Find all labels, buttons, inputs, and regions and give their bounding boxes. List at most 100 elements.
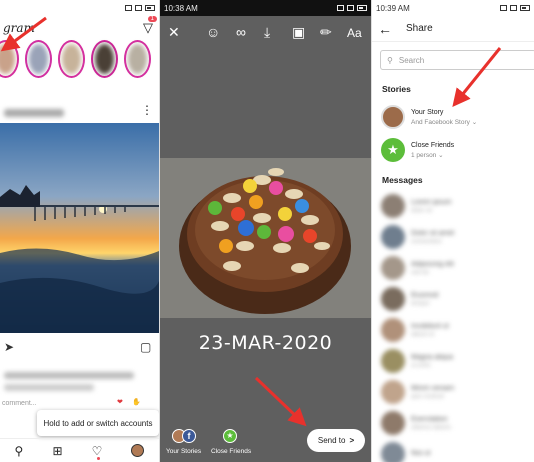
activity-dot — [96, 456, 100, 460]
contact-name: Dolor sit amet — [411, 229, 455, 237]
close-friends-row[interactable]: ★ Close Friends 1 person ⌄ — [381, 136, 531, 164]
activity-tab-icon[interactable]: ♡ — [92, 444, 102, 460]
your-story-row[interactable]: Your Story And Facebook Story ⌄ — [381, 103, 531, 131]
messages-header: Messages — [382, 175, 423, 185]
date-text-overlay[interactable]: 23-MAR-2020 — [160, 332, 371, 354]
message-contact-row[interactable]: Adipiscing elit sed do — [381, 256, 531, 280]
status-time: 10:38 AM — [164, 3, 198, 13]
close-friends-star-icon[interactable]: ★ — [223, 429, 237, 443]
status-bar — [0, 0, 159, 16]
close-friends-label[interactable]: Close Friends — [211, 448, 251, 455]
status-bar: 10:39 AM — [372, 0, 534, 16]
close-icon[interactable]: ✕ — [168, 24, 180, 41]
heart-emoji-icon[interactable]: ❤ — [117, 398, 123, 406]
feed-screen: gram ▽ 1 ⋮ ➤ ▢ comment... ❤ ✋ Hold to ad… — [0, 0, 159, 462]
contact-subtitle: tempor — [411, 300, 430, 307]
avatar — [381, 194, 405, 218]
post-image[interactable] — [0, 123, 159, 333]
clap-emoji-icon[interactable]: ✋ — [132, 398, 141, 406]
contact-subtitle: ut enim — [411, 362, 431, 369]
contact-subtitle: quis nostrud — [411, 393, 444, 400]
message-contact-row[interactable]: Dolor sit amet consectetur — [381, 225, 531, 249]
status-bar: 10:38 AM — [160, 0, 371, 16]
draw-icon[interactable]: ✏ — [320, 24, 332, 41]
wifi-icon — [135, 5, 142, 11]
contact-name: Magna aliqua — [411, 353, 454, 361]
story-avatar[interactable] — [91, 40, 118, 78]
signal-icon — [500, 5, 507, 11]
post-username[interactable] — [4, 109, 64, 117]
send-to-button[interactable]: Send to > — [307, 429, 365, 452]
your-stories-label[interactable]: Your Stories — [166, 448, 201, 455]
contact-subtitle: labore et — [411, 331, 435, 338]
avatar — [381, 287, 405, 311]
account-switch-tooltip: Hold to add or switch accounts — [37, 410, 159, 436]
signal-icon — [125, 5, 132, 11]
contact-subtitle: sed do — [411, 269, 430, 276]
back-arrow-icon[interactable]: ← — [378, 21, 392, 37]
story-editor-screen: 10:38 AM ✕ ☺ ∞ ⤓ ▣ ✏ Aa 23-MAR-2020 f Yo… — [160, 0, 371, 462]
avatar — [381, 380, 405, 404]
comment-input[interactable]: comment... — [2, 400, 37, 407]
search-input[interactable]: ⚲ Search — [380, 50, 534, 70]
story-avatar[interactable] — [58, 40, 85, 78]
bottom-tab-bar: ⚲ ⊞ ♡ — [0, 438, 159, 462]
your-story-label: Your Story — [411, 108, 444, 116]
wifi-icon — [510, 5, 517, 11]
close-friends-label: Close Friends — [411, 141, 455, 149]
story-avatar[interactable] — [25, 40, 52, 78]
avatar — [381, 442, 405, 462]
share-screen: 10:39 AM ← Share ⚲ Search Stories Your S… — [372, 0, 534, 462]
link-icon[interactable]: ∞ — [236, 24, 246, 40]
share-icon[interactable]: ➤ — [4, 340, 14, 354]
story-avatar[interactable] — [0, 40, 19, 78]
contact-name: Eiusmod — [411, 291, 439, 299]
more-options-icon[interactable]: ⋮ — [141, 103, 153, 117]
message-contact-row[interactable]: Incididunt ut labore et — [381, 318, 531, 342]
post-caption-line2 — [4, 384, 94, 391]
facebook-icon: f — [182, 429, 196, 443]
close-friends-sub[interactable]: 1 person ⌄ — [411, 151, 454, 159]
new-post-tab-icon[interactable]: ⊞ — [52, 444, 62, 458]
avatar — [381, 105, 405, 129]
bookmark-icon[interactable]: ▢ — [140, 340, 151, 354]
avatar — [381, 256, 405, 280]
message-contact-row[interactable]: Eiusmod tempor — [381, 287, 531, 311]
search-tab-icon[interactable]: ⚲ — [15, 444, 24, 458]
contact-name: Nisi ut — [411, 449, 431, 457]
stories-tray — [0, 40, 151, 78]
message-contact-row[interactable]: Exercitation ullamco laboris — [381, 411, 531, 435]
contact-name: Lorem ipsum — [411, 198, 452, 206]
text-tool-icon[interactable]: Aa — [347, 26, 362, 40]
avatar — [381, 225, 405, 249]
profile-tab-avatar[interactable] — [131, 444, 145, 457]
editor-bottom-bar: f Your Stories ★ Close Friends Send to > — [160, 425, 371, 462]
post-caption — [4, 372, 134, 379]
contact-name: Exercitation — [411, 415, 448, 423]
chevron-right-icon: > — [349, 436, 355, 445]
search-placeholder: Search — [398, 55, 425, 65]
instagram-logo: gram — [3, 21, 35, 35]
message-contact-row[interactable]: Lorem ipsum dolor sit — [381, 194, 531, 218]
download-icon[interactable]: ⤓ — [264, 24, 270, 41]
battery-icon — [145, 5, 155, 11]
page-title: Share — [406, 23, 433, 34]
face-filter-icon[interactable]: ☺ — [206, 24, 220, 40]
contact-subtitle: consectetur — [411, 238, 443, 245]
message-contact-row[interactable]: Minim veniam quis nostrud — [381, 380, 531, 404]
message-contact-row[interactable]: Magna aliqua ut enim — [381, 349, 531, 373]
signal-icon — [337, 5, 344, 11]
contact-name: Incididunt ut — [411, 322, 449, 330]
direct-filter-icon[interactable]: ▽ — [143, 20, 153, 36]
send-to-label: Send to — [317, 436, 346, 445]
story-avatar[interactable] — [124, 40, 151, 78]
sticker-icon[interactable]: ▣ — [292, 24, 305, 41]
avatar — [381, 318, 405, 342]
avatar — [381, 349, 405, 373]
your-story-sub[interactable]: And Facebook Story ⌄ — [411, 118, 477, 126]
battery-icon — [520, 5, 530, 11]
notification-badge: 1 — [147, 16, 157, 22]
stories-header: Stories — [382, 84, 411, 94]
post-actions: ➤ ▢ — [0, 340, 159, 356]
message-contact-row[interactable]: Nisi ut — [381, 442, 531, 462]
